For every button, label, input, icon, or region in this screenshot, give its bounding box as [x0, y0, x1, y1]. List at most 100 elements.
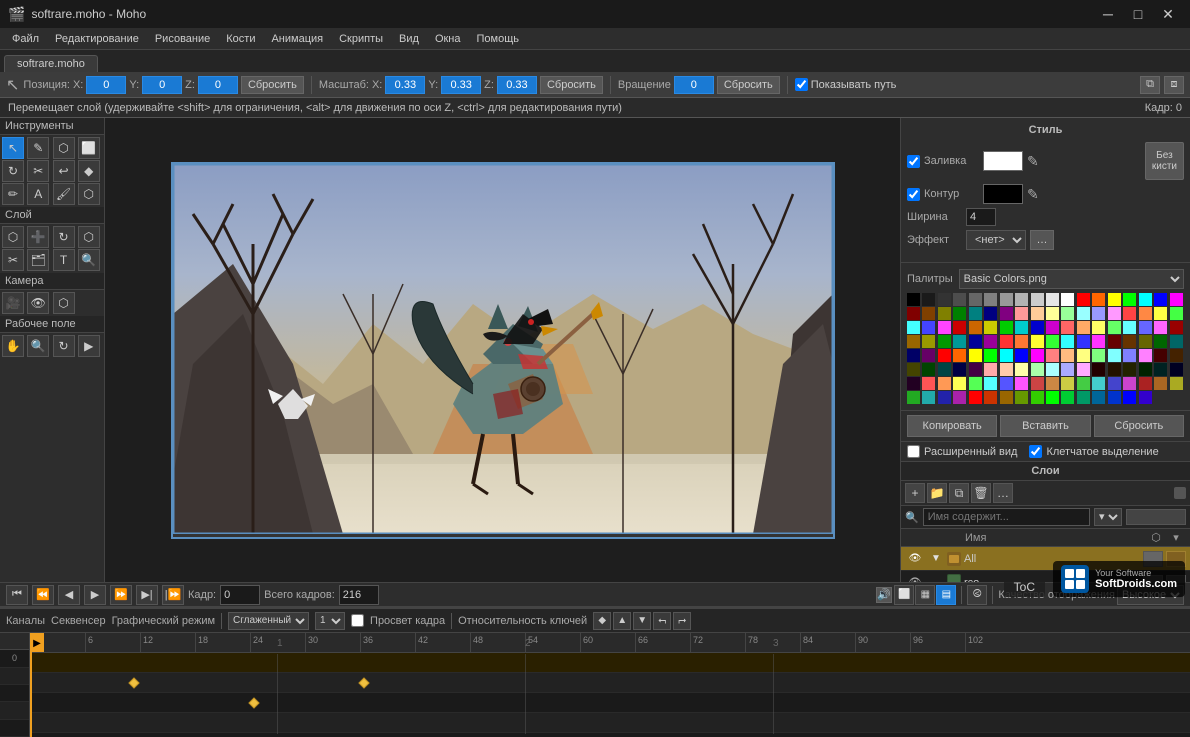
color-cell[interactable] — [953, 391, 966, 404]
color-cell[interactable] — [984, 307, 997, 320]
fill-pencil-icon[interactable]: ✎ — [1027, 153, 1039, 170]
color-cell[interactable] — [1077, 293, 1090, 306]
play-btn[interactable]: ▶ — [84, 585, 106, 605]
layer-delete-btn[interactable]: 🗑 — [971, 483, 991, 503]
color-cell[interactable] — [1000, 335, 1013, 348]
menu-windows[interactable]: Окна — [427, 31, 469, 47]
color-cell[interactable] — [984, 391, 997, 404]
workspace-rotate[interactable]: ↻ — [53, 335, 75, 357]
frame-mode-3[interactable]: ▤ — [936, 585, 956, 605]
layer-copy-btn[interactable]: ⧉ — [949, 483, 969, 503]
color-cell[interactable] — [1139, 349, 1152, 362]
color-cell[interactable] — [1108, 391, 1121, 404]
color-cell[interactable] — [1015, 391, 1028, 404]
color-cell[interactable] — [1077, 349, 1090, 362]
color-cell[interactable] — [938, 391, 951, 404]
tl-key-btn2[interactable]: ▲ — [613, 612, 631, 630]
minimize-button[interactable]: ─ — [1094, 0, 1122, 28]
color-cell[interactable] — [1170, 349, 1183, 362]
layer-tool-zoom[interactable]: 🔍 — [78, 249, 100, 271]
layer-tool-3[interactable]: ↻ — [53, 226, 75, 248]
color-cell[interactable] — [1077, 391, 1090, 404]
y-input[interactable] — [142, 76, 182, 94]
color-cell[interactable] — [1000, 391, 1013, 404]
tl-key-btn3[interactable]: ▼ — [633, 612, 651, 630]
layer-tool-5[interactable]: ✂ — [2, 249, 24, 271]
color-cell[interactable] — [1123, 307, 1136, 320]
color-cell[interactable] — [922, 307, 935, 320]
fill-checkbox[interactable] — [907, 155, 920, 168]
dock-btn1[interactable]: ⧉ — [1140, 76, 1160, 94]
color-cell[interactable] — [1000, 363, 1013, 376]
color-cell[interactable] — [1015, 377, 1028, 390]
color-cell[interactable] — [1015, 307, 1028, 320]
maximize-button[interactable]: □ — [1124, 0, 1152, 28]
menu-scripts[interactable]: Скрипты — [331, 31, 391, 47]
color-cell[interactable] — [1031, 335, 1044, 348]
color-cell[interactable] — [953, 293, 966, 306]
color-cell[interactable] — [1108, 335, 1121, 348]
color-cell[interactable] — [907, 321, 920, 334]
color-cell[interactable] — [938, 293, 951, 306]
color-cell[interactable] — [1092, 321, 1105, 334]
play-to-start-btn[interactable]: ⏮ — [6, 585, 28, 605]
menu-view[interactable]: Вид — [391, 31, 427, 47]
color-cell[interactable] — [1170, 377, 1183, 390]
color-cell[interactable] — [1139, 391, 1152, 404]
tool-node[interactable]: ◆ — [78, 160, 100, 182]
color-cell[interactable] — [969, 293, 982, 306]
tl-track[interactable]: ▶ 0 6 12 18 24 30 36 42 48 54 60 66 72 7… — [30, 633, 1190, 737]
color-cell[interactable] — [1077, 335, 1090, 348]
color-cell[interactable] — [1092, 349, 1105, 362]
layer-tool-t[interactable]: T — [53, 249, 75, 271]
color-cell[interactable] — [969, 349, 982, 362]
color-cell[interactable] — [907, 335, 920, 348]
play-to-end-btn[interactable]: |⏩ — [162, 585, 184, 605]
step-forward-btn[interactable]: ▶| — [136, 585, 158, 605]
preview-checkbox[interactable] — [351, 614, 364, 627]
color-cell[interactable] — [953, 321, 966, 334]
color-cell[interactable] — [922, 363, 935, 376]
width-input[interactable] — [966, 208, 996, 226]
color-cell[interactable] — [1108, 377, 1121, 390]
color-cell[interactable] — [1123, 321, 1136, 334]
color-cell[interactable] — [969, 363, 982, 376]
smooth-select[interactable]: Сглаженный — [228, 612, 309, 630]
color-cell[interactable] — [1015, 335, 1028, 348]
color-cell[interactable] — [969, 377, 982, 390]
color-cell[interactable] — [1092, 307, 1105, 320]
color-cell[interactable] — [984, 363, 997, 376]
color-cell[interactable] — [1123, 349, 1136, 362]
menu-file[interactable]: Файл — [4, 31, 47, 47]
color-cell[interactable] — [1000, 293, 1013, 306]
tl-key-btn1[interactable]: ◆ — [593, 612, 611, 630]
color-cell[interactable] — [1139, 321, 1152, 334]
layer-tool-6[interactable]: 🗂 — [27, 249, 49, 271]
tool-pen[interactable]: ✎ — [27, 137, 49, 159]
color-cell[interactable] — [1170, 307, 1183, 320]
color-cell[interactable] — [907, 363, 920, 376]
color-cell[interactable] — [1046, 335, 1059, 348]
color-cell[interactable] — [1031, 321, 1044, 334]
color-cell[interactable] — [907, 293, 920, 306]
step-back-btn[interactable]: ◀ — [58, 585, 80, 605]
keyframe-rco-1[interactable] — [128, 677, 139, 688]
color-cell[interactable] — [1061, 321, 1074, 334]
contour-color-swatch[interactable] — [983, 184, 1023, 204]
color-cell[interactable] — [953, 349, 966, 362]
layer-tool-1[interactable]: ⬡ — [2, 226, 24, 248]
color-cell[interactable] — [1108, 363, 1121, 376]
color-cell[interactable] — [1031, 293, 1044, 306]
tool-rect[interactable]: ⬜ — [78, 137, 100, 159]
color-cell[interactable] — [938, 307, 951, 320]
color-cell[interactable] — [907, 391, 920, 404]
tool-undo[interactable]: ↩ — [53, 160, 75, 182]
contour-pencil-icon[interactable]: ✎ — [1027, 186, 1039, 203]
menu-help[interactable]: Помощь — [469, 31, 528, 47]
color-cell[interactable] — [1154, 321, 1167, 334]
color-cell[interactable] — [1031, 391, 1044, 404]
color-cell[interactable] — [1046, 321, 1059, 334]
tool-rotate[interactable]: ↻ — [2, 160, 24, 182]
color-cell[interactable] — [1061, 377, 1074, 390]
color-cell[interactable] — [1170, 321, 1183, 334]
